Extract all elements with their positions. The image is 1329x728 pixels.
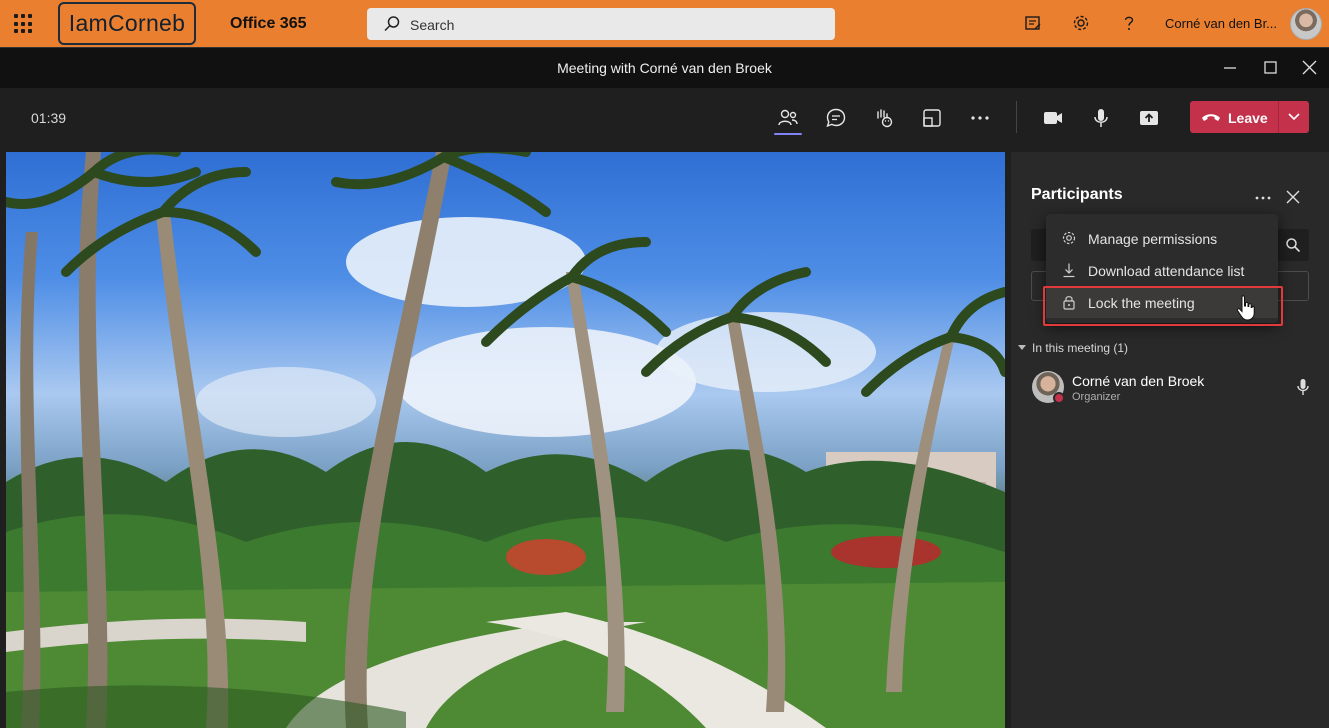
- menu-item-label: Download attendance list: [1088, 263, 1245, 279]
- search-icon: [384, 16, 400, 32]
- camera-icon[interactable]: [1041, 106, 1065, 130]
- chat-icon[interactable]: [824, 106, 848, 130]
- maximize-icon[interactable]: [1261, 58, 1281, 78]
- hang-up-icon: [1202, 114, 1220, 121]
- chevron-down-icon[interactable]: [1287, 111, 1301, 123]
- video-scene: [6, 152, 1005, 728]
- leave-label: Leave: [1228, 110, 1268, 126]
- meeting-timer: 01:39: [31, 110, 67, 126]
- menu-item-manage-permissions[interactable]: Manage permissions: [1046, 222, 1278, 254]
- menu-item-label: Manage permissions: [1088, 231, 1218, 247]
- window-titlebar: Meeting with Corné van den Broek: [0, 47, 1329, 88]
- download-icon: [1063, 263, 1075, 278]
- panel-title: Participants: [1031, 186, 1123, 203]
- app-name[interactable]: Office 365: [230, 15, 306, 33]
- more-icon[interactable]: [968, 106, 992, 130]
- active-tab-indicator: [774, 133, 802, 135]
- user-avatar[interactable]: [1290, 8, 1322, 40]
- menu-item-download-attendance[interactable]: Download attendance list: [1046, 254, 1278, 286]
- hand-cursor-icon: [1236, 295, 1255, 321]
- presence-indicator: [1053, 392, 1065, 404]
- minimize-icon[interactable]: [1221, 58, 1241, 78]
- help-icon[interactable]: [1119, 13, 1139, 33]
- in-meeting-section[interactable]: In this meeting (1): [1018, 341, 1128, 355]
- share-icon[interactable]: [1137, 106, 1161, 130]
- sticky-note-icon[interactable]: [1023, 13, 1043, 33]
- search-box[interactable]: Search: [367, 8, 835, 40]
- close-icon[interactable]: [1300, 58, 1320, 78]
- reactions-icon[interactable]: [872, 106, 896, 130]
- microphone-icon[interactable]: [1089, 106, 1113, 130]
- video-feed: [6, 152, 1005, 728]
- meeting-toolbar: 01:39 Leave: [0, 88, 1329, 148]
- microphone-icon[interactable]: [1295, 378, 1311, 396]
- gear-icon[interactable]: [1071, 13, 1091, 33]
- room-view-icon[interactable]: [920, 106, 944, 130]
- section-label: In this meeting (1): [1032, 341, 1129, 355]
- more-options-icon[interactable]: [1253, 188, 1273, 208]
- toolbar-divider: [1016, 101, 1017, 133]
- user-name[interactable]: Corné van den Br...: [1165, 16, 1280, 31]
- leave-button[interactable]: Leave: [1190, 101, 1309, 133]
- search-icon[interactable]: [1285, 237, 1301, 253]
- waffle-icon[interactable]: [14, 14, 34, 34]
- brand-logo[interactable]: IamCorneb: [58, 2, 196, 45]
- participants-icon[interactable]: [776, 106, 800, 130]
- caret-down-icon: [1018, 345, 1026, 350]
- window-title: Meeting with Corné van den Broek: [557, 60, 772, 76]
- close-panel-icon[interactable]: [1285, 189, 1301, 205]
- gear-icon: [1062, 231, 1076, 245]
- participant-name[interactable]: Corné van den Broek: [1072, 373, 1204, 389]
- participant-role: Organizer: [1072, 391, 1121, 403]
- leave-divider: [1278, 101, 1279, 133]
- office-header: IamCorneb Office 365 Search Corné van de…: [0, 0, 1329, 47]
- search-placeholder: Search: [410, 17, 455, 33]
